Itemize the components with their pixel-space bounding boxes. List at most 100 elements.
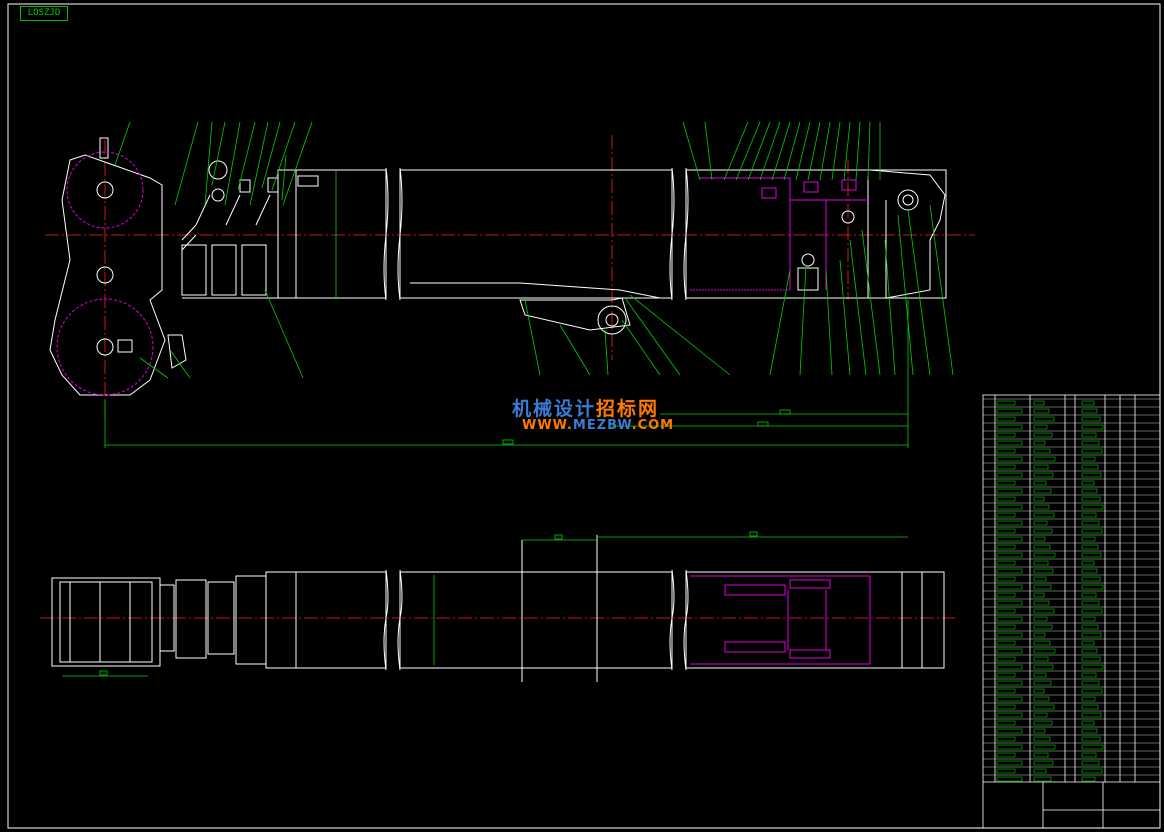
table-cell-mark [1081,736,1101,742]
table-cell-mark [1033,432,1053,438]
table-cell-mark [996,584,1023,590]
table-cell-mark [996,664,1023,670]
table-cell-mark [1081,568,1098,574]
table-cell-mark [1033,672,1047,678]
table-cell-mark [996,776,1023,782]
table-cell-mark [1081,648,1098,654]
table-cell-mark [1033,768,1047,774]
table-cell-mark [1081,424,1104,430]
table-cell-mark [1081,776,1096,782]
table-cell-mark [996,464,1016,470]
table-cell-mark [1033,472,1054,478]
table-cell-mark [1081,528,1103,534]
table-cell-mark [1081,616,1096,622]
table-cell-mark [996,504,1023,510]
table-cell-mark [1033,704,1055,710]
watermark-www: WWW. [522,418,573,433]
plan-view-dimensions [62,531,908,677]
table-cell-mark [1081,696,1096,702]
leader-line [282,121,313,206]
parts-table-rows [983,398,1160,782]
table-cell-mark [1081,592,1097,598]
leader-line [799,264,807,376]
leader-line [281,154,287,201]
table-cell-mark [996,408,1023,414]
table-cell-mark [1081,448,1103,454]
table-cell-mark [996,760,1023,766]
table-cell-mark [1081,600,1100,606]
watermark-com: .COM [631,418,675,433]
leader-line [855,121,861,181]
table-cell-mark [1081,440,1100,446]
leader-line [211,121,226,186]
table-cell-mark [996,480,1016,486]
table-cell-mark [1081,752,1097,758]
table-cell-mark [1033,448,1051,454]
table-cell-mark [996,648,1023,654]
leader-line [264,289,304,379]
table-cell-mark [996,728,1023,734]
table-cell-mark [996,432,1016,438]
centerlines-top [45,135,975,420]
table-cell-mark [1033,560,1049,566]
leader-line [621,319,661,376]
table-cell-mark [1081,480,1095,486]
leader-line [723,121,749,181]
table-cell-mark [1033,632,1046,638]
table-cell-mark [1081,584,1104,590]
table-cell-mark [996,496,1016,502]
table-cell-mark [1081,712,1102,718]
watermark-text-blue: 机械设计 [512,398,597,420]
table-cell-mark [1081,416,1101,422]
table-cell-mark [996,512,1016,518]
table-cell-mark [996,416,1016,422]
table-cell-mark [1081,512,1097,518]
table-cell-mark [1033,752,1049,758]
table-cell-mark [1033,504,1050,510]
table-cell-mark [1033,776,1052,782]
leader-lines-top [114,121,954,379]
table-cell-mark [1033,480,1047,486]
leader-line [849,239,867,376]
table-cell-mark [1033,584,1052,590]
table-cell-mark [996,552,1023,558]
table-cell-mark [1033,696,1050,702]
table-cell-mark [996,576,1016,582]
table-cell-mark [1033,728,1046,734]
table-cell-mark [996,472,1023,478]
watermark-domain: MEZBW [572,418,632,433]
table-cell-mark [1081,760,1100,766]
leader-line [807,121,821,181]
watermark-line-2: WWW.MEZBW.COM [522,418,674,433]
parts-table-frame [982,394,1161,829]
leader-line [174,121,199,206]
leader-line [629,294,731,376]
table-cell-mark [996,688,1016,694]
leader-line [839,259,851,376]
table-cell-mark [996,712,1023,718]
leader-line [795,121,811,181]
leader-line [735,121,761,181]
table-cell-mark [996,768,1016,774]
dimensions-top [104,170,909,448]
table-cell-mark [996,640,1016,646]
table-cell-mark [1081,432,1097,438]
table-cell-mark [1033,568,1054,574]
table-cell-mark [996,632,1023,638]
leader-line [769,269,791,376]
leader-line [114,121,131,166]
table-cell-mark [996,560,1016,566]
table-cell-mark [996,448,1016,454]
table-cell-mark [996,656,1016,662]
leader-line [771,121,791,181]
table-cell-mark [1033,616,1048,622]
leader-line [783,121,801,181]
table-cell-mark [1081,704,1099,710]
table-cell-mark [996,568,1023,574]
table-cell-mark [996,720,1016,726]
leader-line [884,239,896,376]
boom-root-bracket [49,137,187,396]
leader-line [819,121,831,181]
leader-line [559,324,591,376]
table-cell-mark [1081,496,1101,502]
